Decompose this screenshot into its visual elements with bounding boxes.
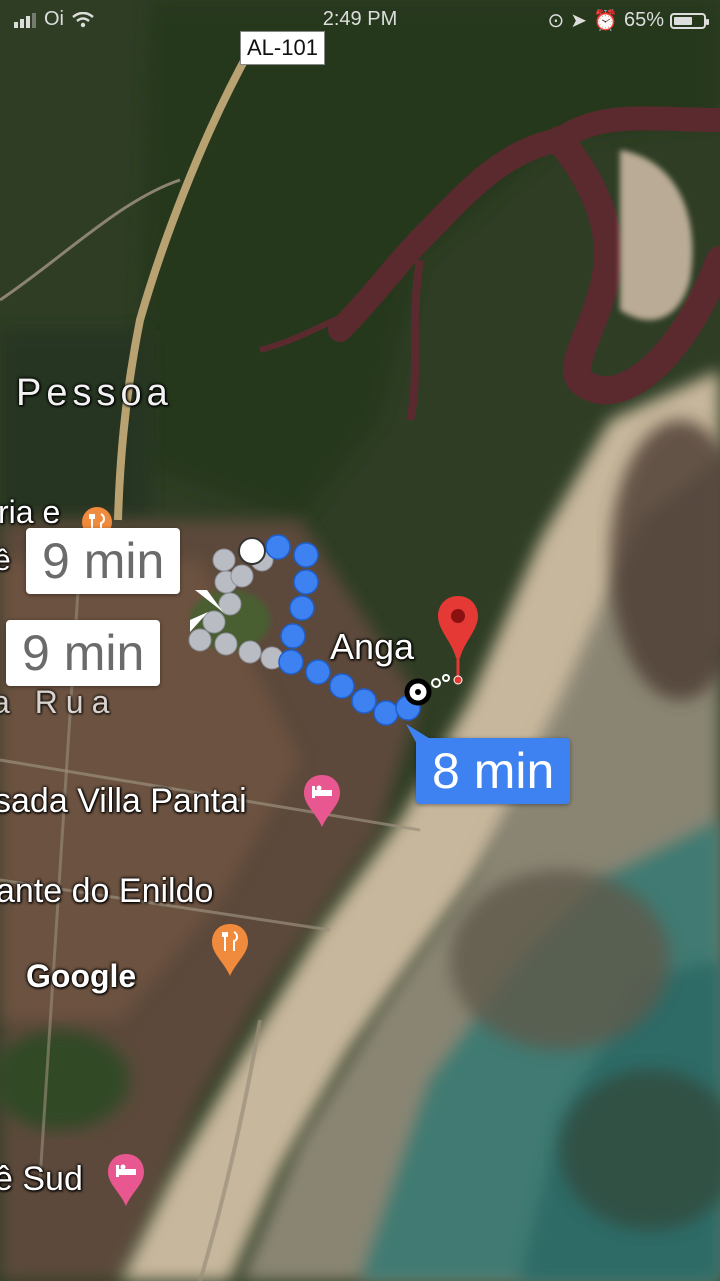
- bubble-pointer-alt-2: [190, 612, 208, 632]
- place-label-cut-bottom[interactable]: ê: [0, 544, 11, 578]
- place-label-anga[interactable]: Anga: [330, 626, 414, 668]
- lodging-pin-icon-sud[interactable]: [106, 1152, 146, 1208]
- battery-icon: [670, 12, 709, 29]
- location-arrow-icon: ➤: [570, 10, 588, 32]
- place-label-villa-pantai[interactable]: sada Villa Pantai: [0, 782, 247, 821]
- google-logo: Google: [26, 958, 137, 994]
- alarm-icon: ⏰: [593, 10, 618, 32]
- route-time-alt-1[interactable]: 9 min: [26, 528, 181, 594]
- place-label-cut-top[interactable]: ria e: [0, 494, 60, 531]
- restaurant-pin-icon-enildo[interactable]: [210, 922, 250, 978]
- route-time-alt-2[interactable]: 9 min: [6, 620, 161, 686]
- area-label-pessoa: Pessoa: [16, 372, 173, 414]
- battery-fill: [674, 16, 692, 25]
- status-bar: Oi 2:49 PM ⊙ ➤ ⏰ 65%: [0, 0, 720, 40]
- area-label-rua: a Rua: [0, 684, 118, 720]
- place-label-enildo[interactable]: ante do Enildo: [0, 872, 213, 911]
- bubble-pointer-selected: [406, 724, 432, 746]
- road-shield-al101: AL-101: [240, 31, 325, 65]
- place-label-sud[interactable]: ê Sud: [0, 1160, 83, 1199]
- status-right: ⊙ ➤ ⏰ 65%: [547, 8, 709, 33]
- destination-pin-icon[interactable]: [436, 594, 480, 686]
- orientation-lock-icon: ⊙: [547, 10, 565, 32]
- route-time-selected[interactable]: 8 min: [416, 738, 571, 804]
- lodging-pin-icon[interactable]: [302, 773, 342, 829]
- battery-percent: 65%: [623, 9, 664, 31]
